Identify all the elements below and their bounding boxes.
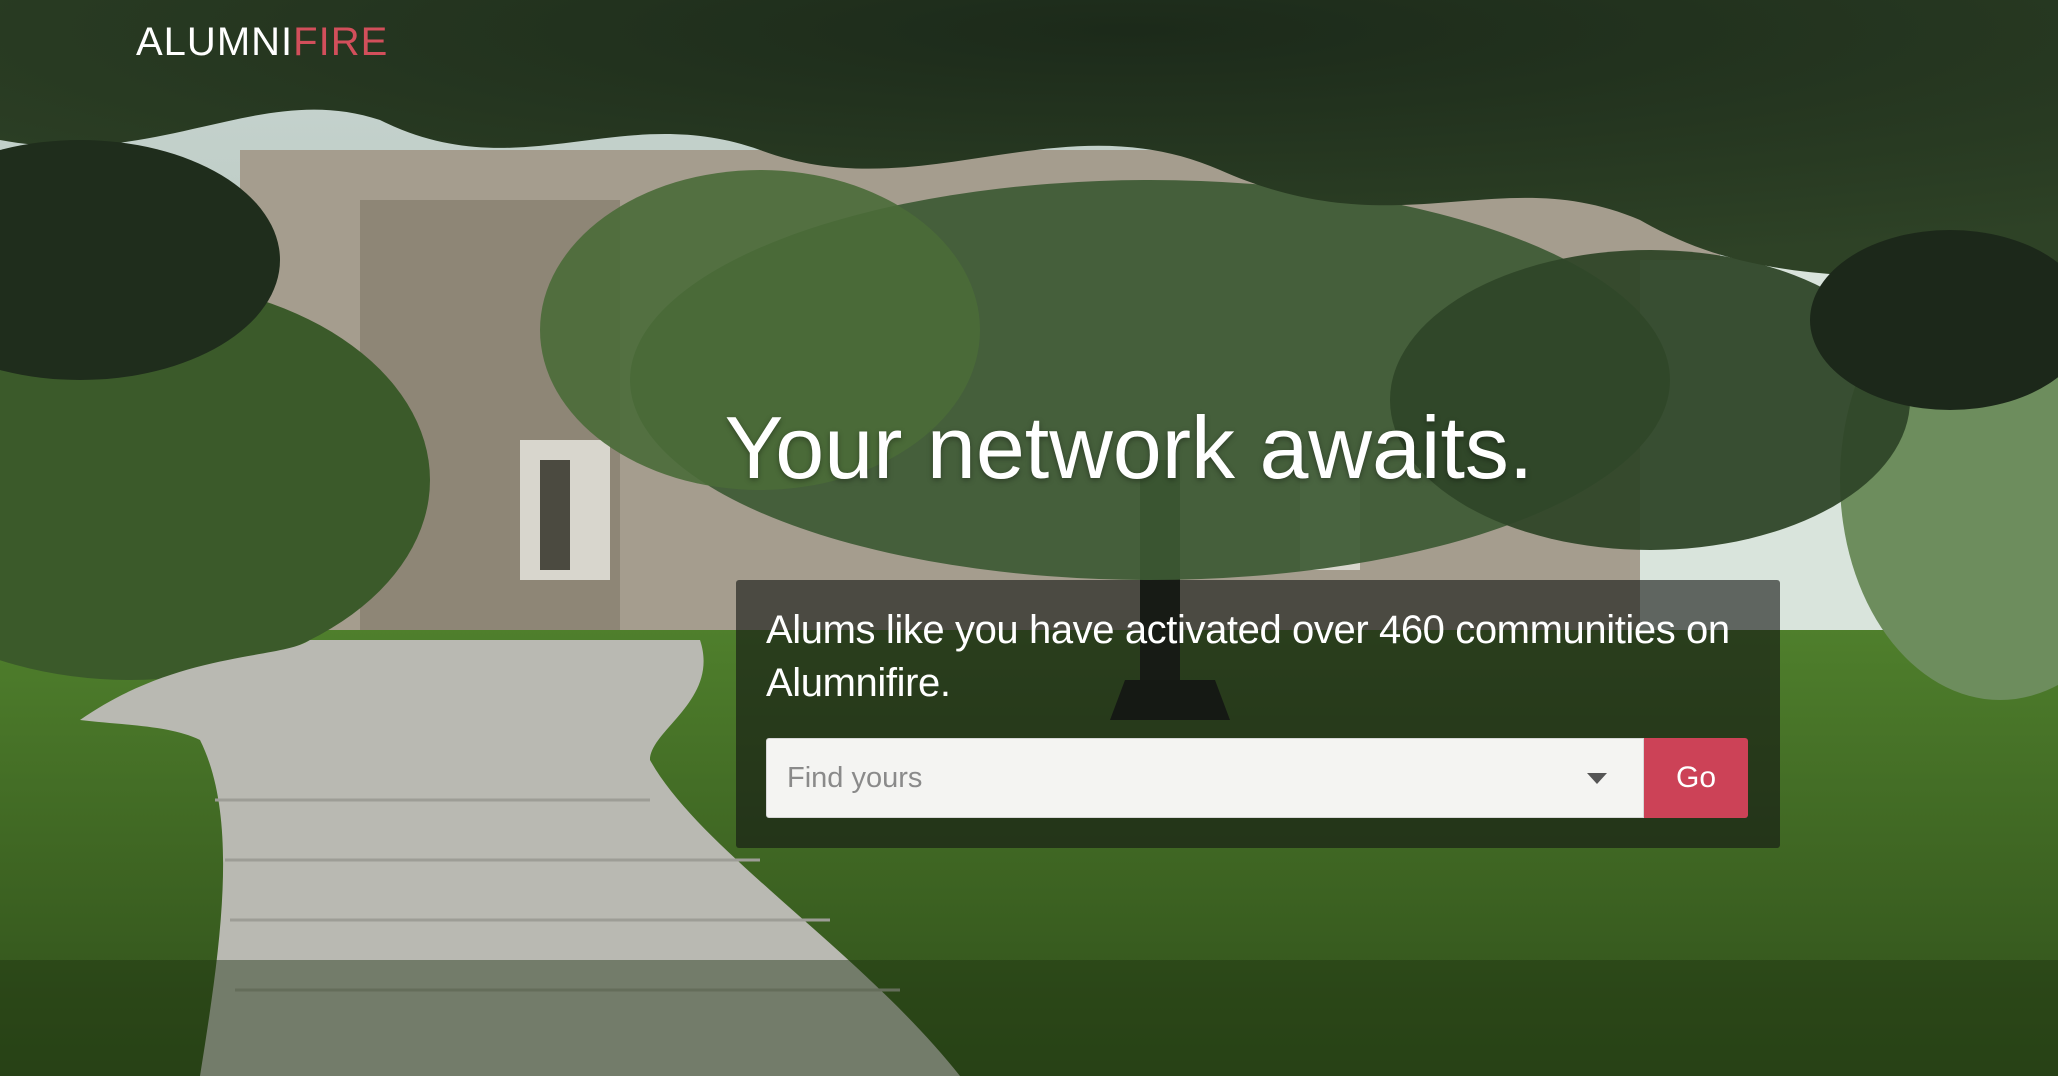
alumnifire-logo[interactable]: ALUMNIFIRE xyxy=(136,18,388,66)
landing-page: ALUMNIFIRE Your network awaits. Alums li… xyxy=(0,0,2058,1076)
community-search-panel: Alums like you have activated over 460 c… xyxy=(736,580,1780,848)
logo-fire: FIRE xyxy=(293,20,389,64)
caret-down-icon[interactable] xyxy=(1587,772,1607,784)
community-select[interactable] xyxy=(766,738,1644,818)
hero-subtext: Alums like you have activated over 460 c… xyxy=(766,608,1730,705)
background-photo xyxy=(0,0,2058,1076)
logo-alumni: ALUMNI xyxy=(136,20,294,64)
community-search-input[interactable] xyxy=(785,760,1587,796)
go-button[interactable]: Go xyxy=(1644,738,1748,818)
hero-headline: Your network awaits. xyxy=(724,398,1534,497)
search-row: Go xyxy=(766,738,1748,818)
